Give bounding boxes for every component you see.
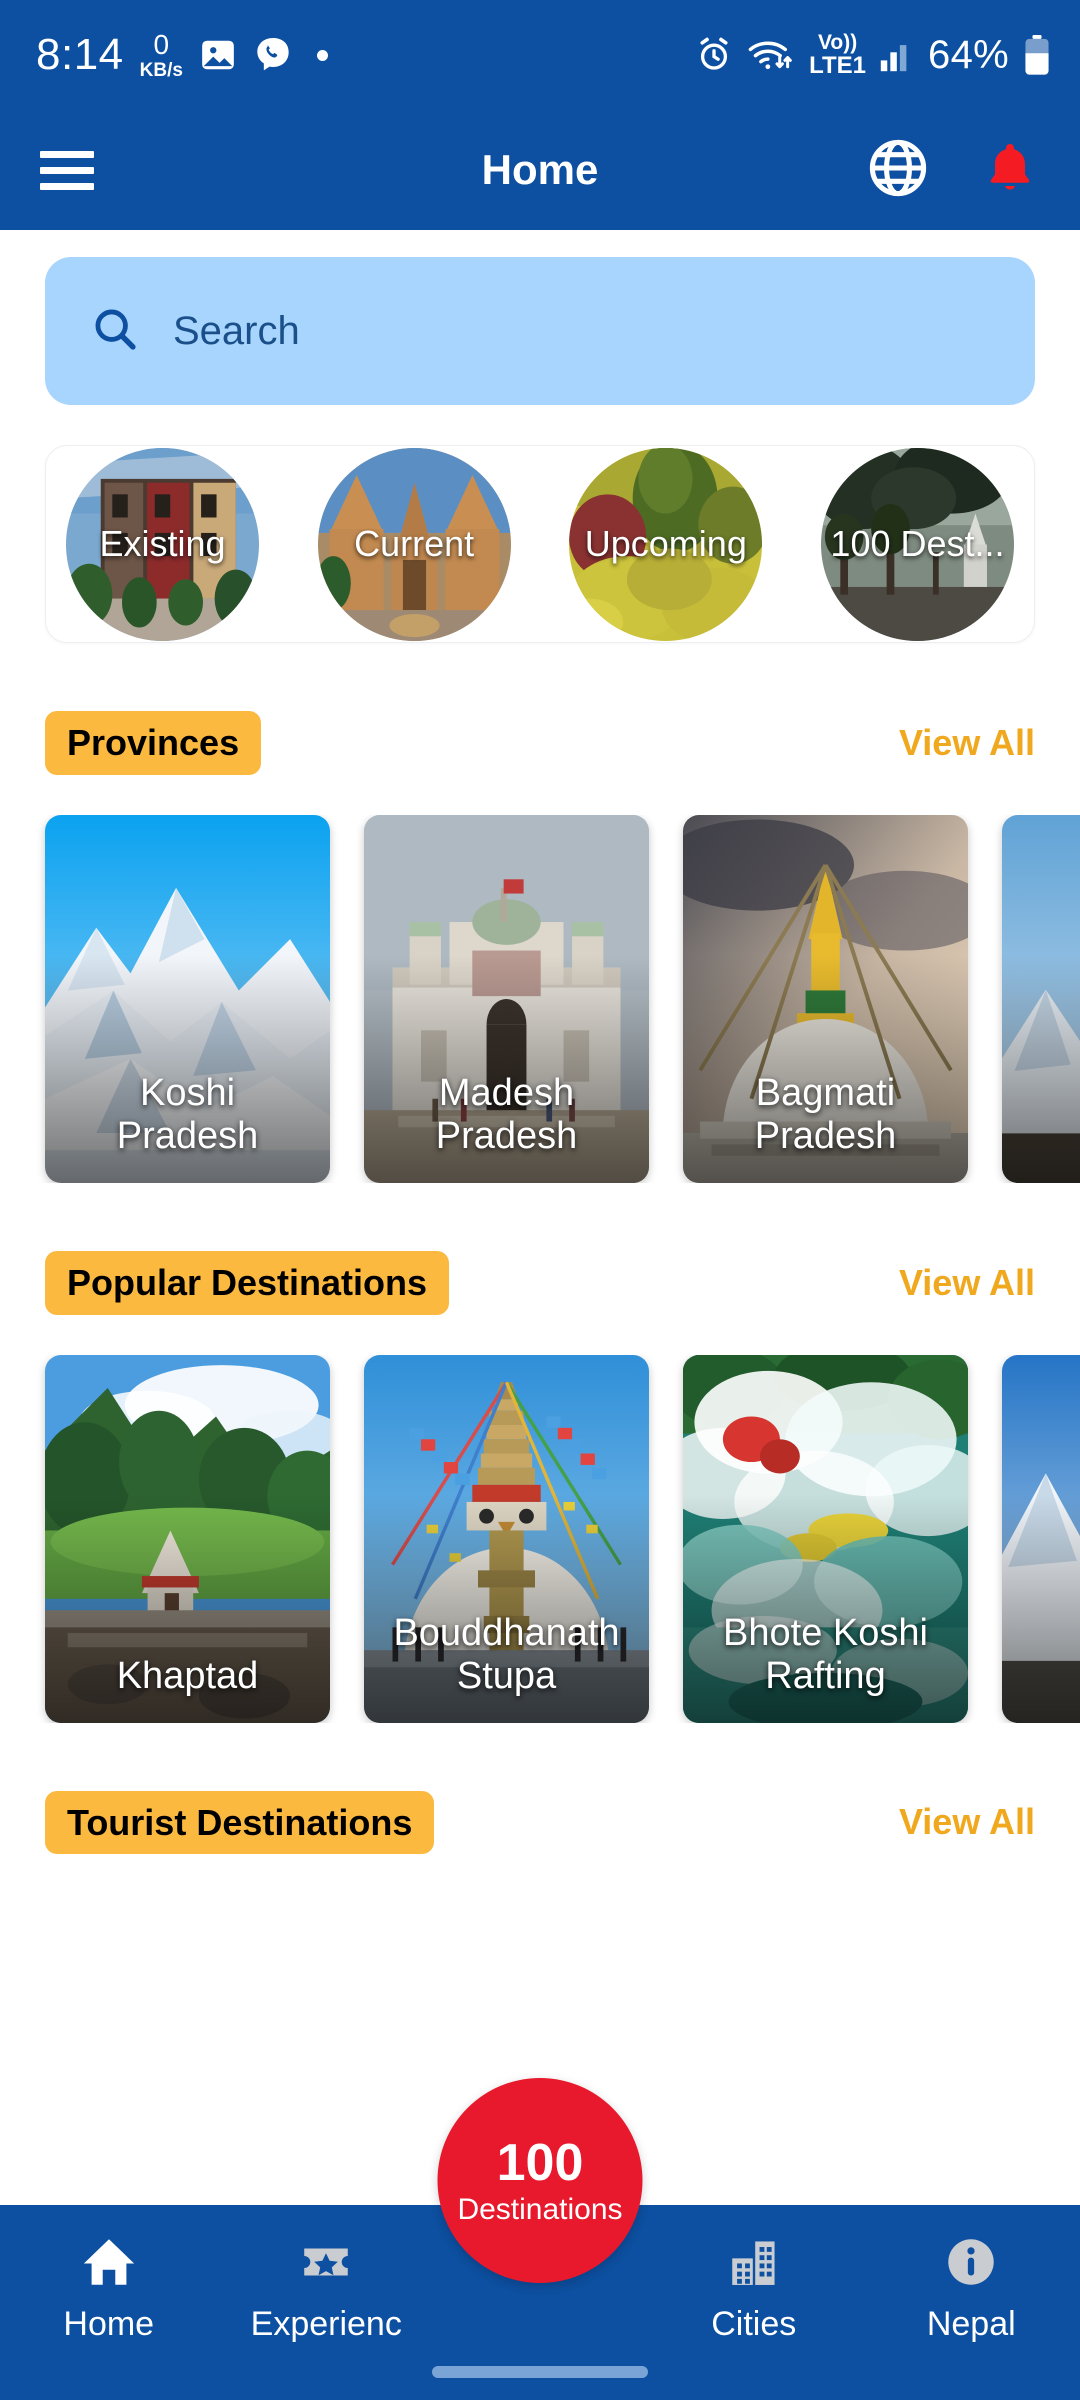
destination-card-next-partial[interactable] xyxy=(1002,1354,1080,1723)
notification-bell-icon[interactable] xyxy=(980,138,1040,203)
card-scrim xyxy=(1002,1494,1080,1723)
city-buildings-icon xyxy=(725,2233,783,2296)
nav-item-cities[interactable]: Cities xyxy=(645,2233,863,2341)
nav-item-nepal[interactable]: Nepal xyxy=(863,2233,1080,2341)
province-card-label: Koshi Pradesh xyxy=(116,1072,259,1158)
app-bar-actions xyxy=(866,136,1040,205)
popular-destinations-card-list[interactable]: Khaptad Bouddhanath Stupa Bhote Koshi Ra… xyxy=(0,1354,1080,1723)
status-time: 8:14 xyxy=(36,30,124,79)
section-header-popular-destinations: Popular Destinations View All xyxy=(45,1250,1035,1315)
category-label: Existing xyxy=(99,523,226,564)
nav-label: Experienc xyxy=(250,2305,402,2343)
status-bar-right: Vo)) LTE1 64% xyxy=(695,32,1052,78)
network-speed-unit: KB/s xyxy=(139,59,183,81)
destination-card-label: Bouddhanath Stupa xyxy=(393,1611,620,1698)
category-circles-card: Existing Current Upcoming 100 Dest... xyxy=(45,445,1035,643)
home-icon xyxy=(80,2233,138,2296)
ticket-star-icon xyxy=(297,2233,355,2296)
card-scrim xyxy=(1002,954,1080,1183)
network-speed-value: 0 xyxy=(153,28,170,60)
signal-icon xyxy=(879,38,915,72)
network-speed-indicator: 0 KB/s xyxy=(139,28,183,81)
viber-icon xyxy=(253,35,293,75)
volte-indicator: Vo)) LTE1 xyxy=(809,32,866,78)
home-indicator xyxy=(432,2366,648,2378)
globe-icon[interactable] xyxy=(866,136,930,205)
nav-label: Nepal xyxy=(926,2305,1016,2343)
province-card-label: Bagmati Pradesh xyxy=(754,1072,897,1158)
view-all-popular-button[interactable]: View All xyxy=(899,1262,1035,1304)
nav-label: Cities xyxy=(711,2305,797,2343)
battery-icon xyxy=(1022,34,1052,76)
destination-card-bhote-koshi-rafting[interactable]: Bhote Koshi Rafting xyxy=(683,1354,968,1723)
app-bar: Home xyxy=(0,110,1080,230)
nav-label: Home xyxy=(63,2305,155,2343)
section-header-tourist-destinations: Tourist Destinations View All xyxy=(45,1790,1035,1855)
province-card-madesh[interactable]: Madesh Pradesh xyxy=(364,814,649,1183)
section-title: Popular Destinations xyxy=(45,1250,450,1315)
province-card-bagmati[interactable]: Bagmati Pradesh xyxy=(683,814,968,1183)
category-item-existing[interactable]: Existing xyxy=(66,447,259,641)
volte-line1: Vo)) xyxy=(817,31,858,54)
provinces-card-list[interactable]: Koshi Pradesh Madesh Pradesh Bagmati Pra… xyxy=(0,814,1080,1183)
fab-label: Destinations xyxy=(457,2192,623,2226)
search-icon xyxy=(90,304,140,359)
nav-item-experience[interactable]: Experienc xyxy=(218,2233,436,2341)
search-section: Search xyxy=(0,230,1080,405)
section-header-provinces: Provinces View All xyxy=(45,711,1035,775)
category-item-upcoming[interactable]: Upcoming xyxy=(569,447,763,641)
search-placeholder: Search xyxy=(173,308,300,353)
alarm-icon xyxy=(695,36,733,74)
category-label: Upcoming xyxy=(584,523,747,564)
section-title: Provinces xyxy=(45,711,262,775)
app-screen: 8:14 0 KB/s Vo)) LTE1 64% Home Search Ex… xyxy=(0,0,1080,2400)
fab-count: 100 xyxy=(496,2133,584,2192)
destination-card-bouddhanath-stupa[interactable]: Bouddhanath Stupa xyxy=(364,1354,649,1723)
view-all-provinces-button[interactable]: View All xyxy=(899,722,1035,764)
province-card-next-partial[interactable] xyxy=(1002,814,1080,1183)
destination-card-label: Bhote Koshi Rafting xyxy=(723,1611,928,1698)
destination-card-label: Khaptad xyxy=(116,1655,259,1698)
category-item-current[interactable]: Current xyxy=(317,447,511,641)
hamburger-menu-icon[interactable] xyxy=(40,150,94,190)
info-icon xyxy=(942,2233,1000,2296)
province-card-label: Madesh Pradesh xyxy=(435,1072,578,1158)
status-bar-left: 8:14 0 KB/s xyxy=(36,30,328,80)
province-card-koshi[interactable]: Koshi Pradesh xyxy=(45,814,330,1183)
category-label: Current xyxy=(354,523,475,564)
nav-item-home[interactable]: Home xyxy=(0,2233,218,2341)
category-label: 100 Dest... xyxy=(830,523,1005,564)
destination-card-khaptad[interactable]: Khaptad xyxy=(45,1354,330,1723)
view-all-tourist-button[interactable]: View All xyxy=(899,1801,1035,1843)
wifi-icon xyxy=(746,36,796,74)
photos-icon xyxy=(199,36,237,74)
destinations-count-fab[interactable]: 100 Destinations xyxy=(437,2078,643,2283)
volte-line2: LTE1 xyxy=(809,52,867,79)
battery-percent: 64% xyxy=(928,32,1009,77)
status-bar: 8:14 0 KB/s Vo)) LTE1 64% xyxy=(0,0,1080,110)
category-item-100-destinations[interactable]: 100 Dest... xyxy=(820,447,1014,641)
dot-icon xyxy=(316,49,328,61)
main-content: Search Existing Current Upcoming 100 Des… xyxy=(0,230,1080,2400)
section-title: Tourist Destinations xyxy=(45,1790,435,1855)
search-input[interactable]: Search xyxy=(45,257,1035,405)
